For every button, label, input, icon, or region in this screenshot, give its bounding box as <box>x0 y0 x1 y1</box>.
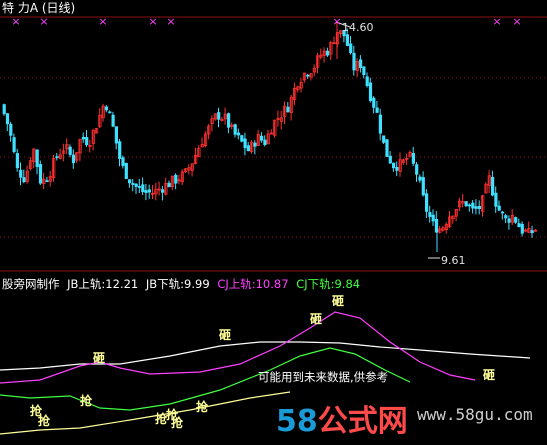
indicator-author: 股旁网制作 <box>2 277 60 291</box>
legend-jb-upper: JB上轨:12.21 <box>67 277 139 291</box>
watermark-url: www.58gu.com <box>417 405 533 424</box>
buy-signal-marker: 抢 <box>80 394 93 408</box>
watermark-number: 58 <box>276 404 318 439</box>
watermark-logo: 58公式网 <box>276 396 408 440</box>
future-data-note: 可能用到未来数据,供参考 <box>258 370 389 384</box>
sell-signal-marker: 砸 <box>93 351 106 365</box>
legend-cj-lower: CJ下轨:9.84 <box>296 277 361 291</box>
cj-upper-line <box>0 311 476 384</box>
buy-signal-marker: 抢 <box>196 400 209 414</box>
chart-window: × × × × × × × × 特 力A (日线) 14.60 9.61 股旁网制作 JB上轨… <box>0 0 547 445</box>
buy-signal-marker: 抢 <box>38 414 51 428</box>
legend-cj-upper: CJ上轨:10.87 <box>217 277 289 291</box>
legend-jb-lower: JB下轨:9.99 <box>145 277 210 291</box>
sell-signal-marker: 砸 <box>483 368 496 382</box>
buy-signal-marker: 抢 <box>171 416 184 430</box>
sell-signal-marker: 砸 <box>219 328 232 342</box>
watermark-brand: 公式网 <box>317 404 408 439</box>
sell-signal-marker: 砸 <box>310 312 323 326</box>
indicator-legend: 股旁网制作 JB上轨:12.21 JB下轨:9.99 CJ上轨:10.87 CJ… <box>2 276 364 292</box>
sell-signal-marker: 砸 <box>332 294 345 308</box>
